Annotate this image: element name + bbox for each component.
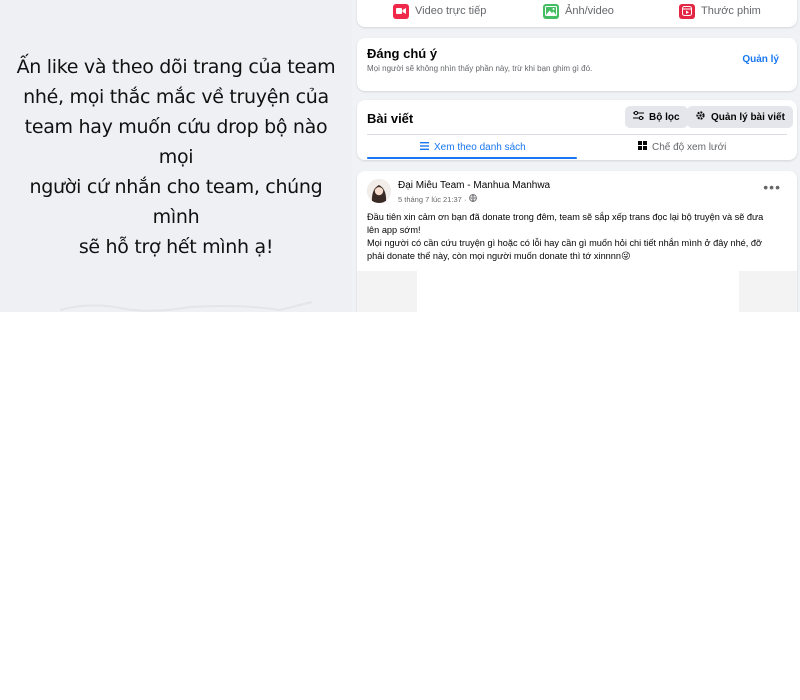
reel-icon — [679, 3, 695, 19]
promo-panel: Ấn like và theo dõi trang của team nhé, … — [0, 0, 352, 312]
manage-posts-label: Quản lý bài viết — [711, 111, 785, 123]
post-timestamp[interactable]: 5 tháng 7 lúc 21:37 · — [398, 195, 466, 204]
faint-watermark — [59, 301, 313, 312]
post-composer: Video trực tiếp Ảnh/video Thước phim — [357, 0, 797, 27]
post-body-line: Đầu tiên xin cảm ơn bạn đã donate trong … — [367, 212, 764, 222]
manage-posts-button[interactable]: Quản lý bài viết — [687, 106, 793, 128]
filter-button[interactable]: Bộ lọc — [625, 106, 688, 128]
post-author[interactable]: Đại Miêu Team - Manhua Manhwa — [398, 180, 550, 191]
photo-video-button[interactable]: Ảnh/video — [543, 0, 614, 22]
tab-grid-label: Chế độ xem lưới — [652, 141, 727, 153]
filter-sliders-icon — [633, 110, 644, 123]
promo-message: Ấn like và theo dõi trang của team nhé, … — [8, 52, 344, 262]
pinned-title: Đáng chú ý — [367, 46, 438, 61]
tabs-divider — [367, 134, 787, 135]
live-video-button[interactable]: Video trực tiếp — [393, 0, 486, 22]
list-icon — [420, 141, 429, 153]
post-meta: 5 tháng 7 lúc 21:37 · — [398, 194, 478, 204]
gear-icon — [695, 110, 706, 124]
more-options-button[interactable]: ••• — [763, 180, 781, 194]
tab-grid-view[interactable]: Chế độ xem lưới — [638, 136, 726, 158]
avatar[interactable] — [367, 179, 391, 203]
promo-line: sẽ hỗ trợ hết mình ạ! — [78, 236, 274, 258]
post-body-line: phải donate thế này, còn mọi người muốn … — [367, 251, 631, 261]
reel-label: Thước phim — [701, 5, 761, 17]
pinned-section: Đáng chú ý Mọi người sẽ không nhìn thấy … — [357, 38, 797, 91]
promo-line: team hay muốn cứu drop bộ nào mọi — [24, 116, 328, 168]
post-body-line: Mọi người có cần cứu truyện gì hoặc có l… — [367, 238, 763, 248]
video-camera-icon — [393, 3, 409, 19]
globe-icon — [469, 194, 478, 204]
post-image-content — [417, 271, 739, 312]
posts-title: Bài viết — [367, 111, 414, 126]
promo-line: nhé, mọi thắc mắc về truyện của — [23, 86, 329, 108]
tab-list-label: Xem theo danh sách — [434, 141, 526, 153]
grid-icon — [638, 141, 647, 153]
photo-video-label: Ảnh/video — [565, 5, 614, 17]
photo-icon — [543, 3, 559, 19]
filter-label: Bộ lọc — [649, 111, 680, 123]
promo-line: người cứ nhắn cho team, chúng mình — [29, 176, 323, 228]
reel-button[interactable]: Thước phim — [679, 0, 761, 22]
active-tab-indicator — [367, 157, 577, 159]
post-body: Đầu tiên xin cảm ơn bạn đã donate trong … — [367, 211, 791, 263]
tab-list-view[interactable]: Xem theo danh sách — [420, 136, 526, 158]
post-image[interactable] — [357, 271, 797, 312]
promo-line: Ấn like và theo dõi trang của team — [16, 56, 336, 78]
post-body-line: lên app sớm! — [367, 225, 421, 235]
posts-header: Bài viết Bộ lọc Quản lý bài viết Xem the… — [357, 100, 797, 160]
live-video-label: Video trực tiếp — [415, 5, 487, 17]
pinned-manage-link[interactable]: Quản lý — [742, 54, 779, 65]
screenshot-area: Ấn like và theo dõi trang của team nhé, … — [0, 0, 800, 312]
post-card: Đại Miêu Team - Manhua Manhwa 5 tháng 7 … — [357, 171, 797, 312]
pinned-description: Mọi người sẽ không nhìn thấy phần này, t… — [367, 64, 593, 73]
